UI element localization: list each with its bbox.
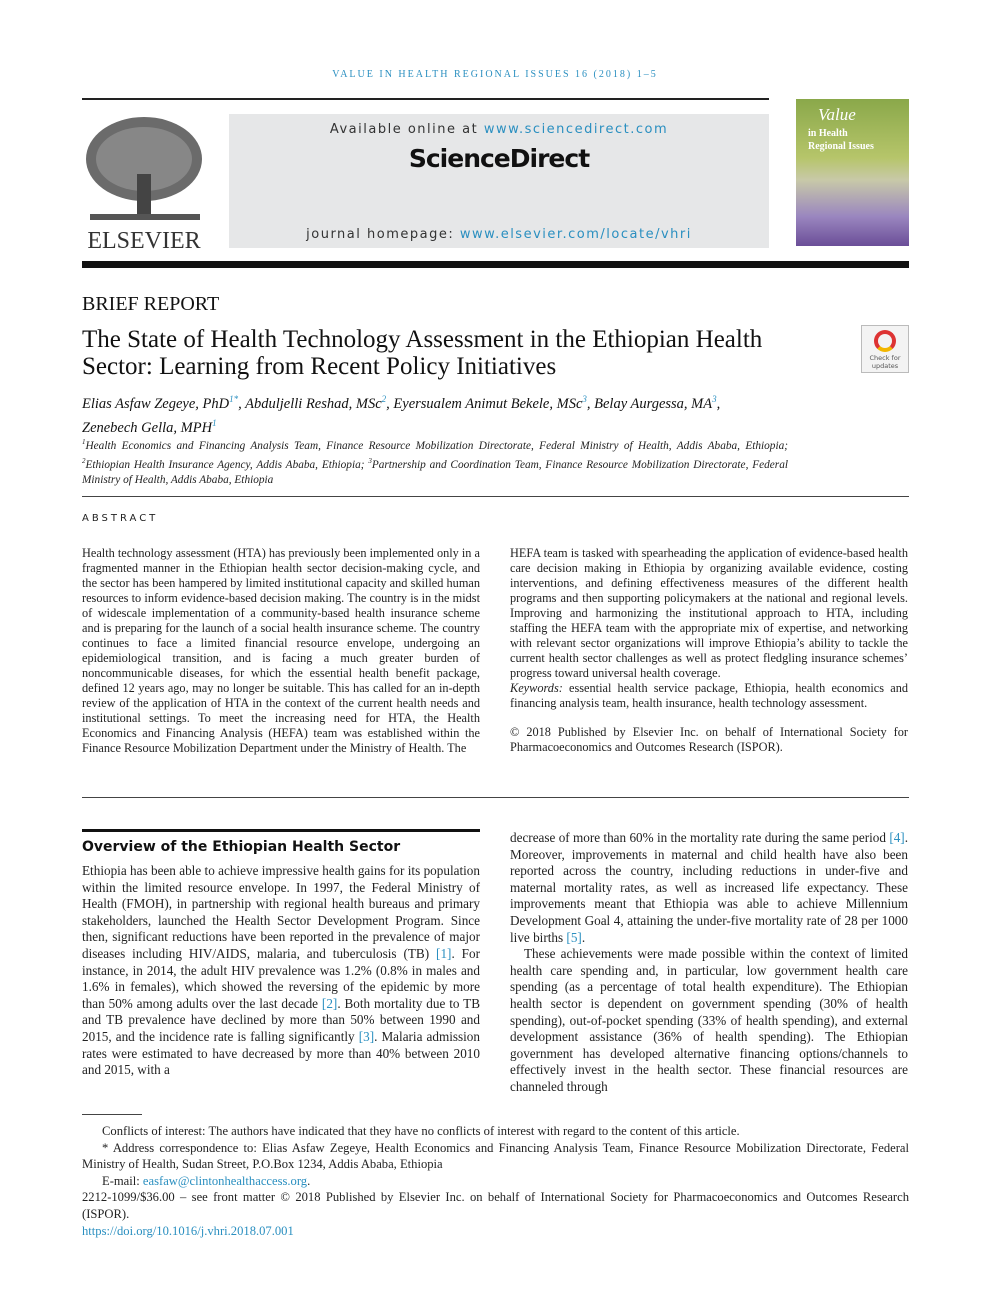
footnote-rule bbox=[82, 1114, 142, 1115]
cover-line2: in Health bbox=[808, 128, 848, 139]
keywords: Keywords: essential health service packa… bbox=[510, 681, 908, 711]
issn-line: 2212-1099/$36.00 – see front matter © 20… bbox=[82, 1190, 909, 1221]
author: Abduljelli Reshad, MSc bbox=[245, 395, 382, 412]
available-online: Available online at www.sciencedirect.co… bbox=[229, 122, 769, 137]
abstract-top-rule bbox=[82, 496, 909, 497]
correspondence-note: * Address correspondence to: Elias Asfaw… bbox=[82, 1140, 909, 1172]
check-for-updates-button[interactable]: Check for updates bbox=[861, 325, 909, 373]
conflicts-note: Conflicts of interest: The authors have … bbox=[102, 1124, 740, 1138]
abstract-right-text: HEFA team is tasked with spearheading th… bbox=[510, 546, 908, 680]
article-type: BRIEF REPORT bbox=[82, 293, 220, 315]
body-left-column: Ethiopia has been able to achieve impres… bbox=[82, 863, 480, 1079]
cover-title: Value bbox=[818, 105, 856, 124]
sciencedirect-banner: Available online at www.sciencedirect.co… bbox=[229, 114, 769, 248]
paragraph: These achievements were made possible wi… bbox=[510, 946, 908, 1094]
homepage-label: journal homepage: bbox=[306, 227, 460, 242]
author-sup[interactable]: 2 bbox=[382, 394, 387, 404]
author: Eyersualem Animut Bekele, MSc bbox=[393, 395, 583, 412]
journal-homepage: journal homepage: www.elsevier.com/locat… bbox=[229, 227, 769, 242]
affiliation: Ethiopian Health Insurance Agency, Addis… bbox=[85, 458, 369, 471]
email-line: E-mail: easfaw@clintonhealthaccess.org. bbox=[102, 1173, 311, 1188]
elsevier-wordmark: ELSEVIER bbox=[87, 228, 200, 252]
journal-homepage-link[interactable]: www.elsevier.com/locate/vhri bbox=[460, 227, 692, 242]
email-label: E-mail: bbox=[102, 1173, 143, 1188]
abstract-bottom-rule bbox=[82, 797, 909, 798]
cover-line3: Regional Issues bbox=[808, 141, 874, 152]
citation-link[interactable]: [2] bbox=[322, 996, 337, 1011]
email-link[interactable]: easfaw@clintonhealthaccess.org bbox=[143, 1174, 307, 1188]
text: decrease of more than 60% in the mortali… bbox=[510, 830, 890, 845]
author-sup[interactable]: 3 bbox=[712, 394, 717, 404]
elsevier-logo[interactable]: ELSEVIER bbox=[82, 114, 206, 254]
footnotes: Conflicts of interest: The authors have … bbox=[82, 1123, 909, 1239]
running-head: VALUE IN HEALTH REGIONAL ISSUES 16 (2018… bbox=[332, 69, 658, 80]
available-label: Available online at bbox=[329, 122, 484, 137]
header-thick-rule bbox=[82, 261, 909, 268]
author: Belay Aurgessa, MA bbox=[594, 395, 713, 412]
keywords-text: essential health service package, Ethiop… bbox=[510, 681, 908, 710]
author: Zenebech Gella, MPH bbox=[82, 419, 213, 436]
citation-link[interactable]: [5] bbox=[566, 930, 581, 945]
abstract-copyright: © 2018 Published by Elsevier Inc. on beh… bbox=[510, 725, 908, 754]
text: . Moreover, improvements in maternal and… bbox=[510, 830, 908, 945]
author-list: Elias Asfaw Zegeye, PhD1*, Abduljelli Re… bbox=[82, 394, 721, 436]
doi-link[interactable]: https://doi.org/10.1016/j.vhri.2018.07.0… bbox=[82, 1224, 294, 1238]
abstract-heading: ABSTRACT bbox=[82, 513, 159, 524]
citation-link[interactable]: [4] bbox=[889, 830, 904, 845]
affiliation: Health Economics and Financing Analysis … bbox=[85, 439, 789, 452]
check-updates-icon bbox=[874, 330, 896, 352]
sciencedirect-link[interactable]: www.sciencedirect.com bbox=[484, 122, 668, 137]
citation-link[interactable]: [3] bbox=[359, 1029, 374, 1044]
sciencedirect-brand: ScienceDirect bbox=[408, 144, 590, 173]
abstract-left: Health technology assessment (HTA) has p… bbox=[82, 546, 480, 755]
author-sup[interactable]: 3 bbox=[582, 394, 587, 404]
header-rule bbox=[82, 98, 769, 100]
author-sup[interactable]: 1 bbox=[212, 418, 217, 428]
affiliations: 1Health Economics and Financing Analysis… bbox=[82, 435, 788, 488]
article-title: The State of Health Technology Assessmen… bbox=[82, 326, 763, 380]
section-heading: Overview of the Ethiopian Health Sector bbox=[82, 829, 480, 855]
author: Elias Asfaw Zegeye, PhD bbox=[82, 395, 230, 412]
journal-cover[interactable]: Value in Health Regional Issues bbox=[796, 99, 909, 246]
elsevier-tree-icon: ELSEVIER bbox=[86, 117, 202, 254]
check-updates-label: Check for updates bbox=[869, 354, 901, 370]
text: Ethiopia has been able to achieve impres… bbox=[82, 863, 480, 961]
abstract-right: HEFA team is tasked with spearheading th… bbox=[510, 546, 908, 755]
paragraph: decrease of more than 60% in the mortali… bbox=[510, 830, 908, 946]
text: . bbox=[581, 929, 586, 945]
paragraph: Ethiopia has been able to achieve impres… bbox=[82, 863, 480, 1079]
keywords-label: Keywords: bbox=[510, 681, 563, 695]
cover-subtitle: in Health Regional Issues bbox=[808, 127, 874, 153]
citation-link[interactable]: [1] bbox=[436, 946, 451, 961]
body-right-column: decrease of more than 60% in the mortali… bbox=[510, 830, 908, 1096]
author-sup[interactable]: 1* bbox=[229, 394, 238, 404]
